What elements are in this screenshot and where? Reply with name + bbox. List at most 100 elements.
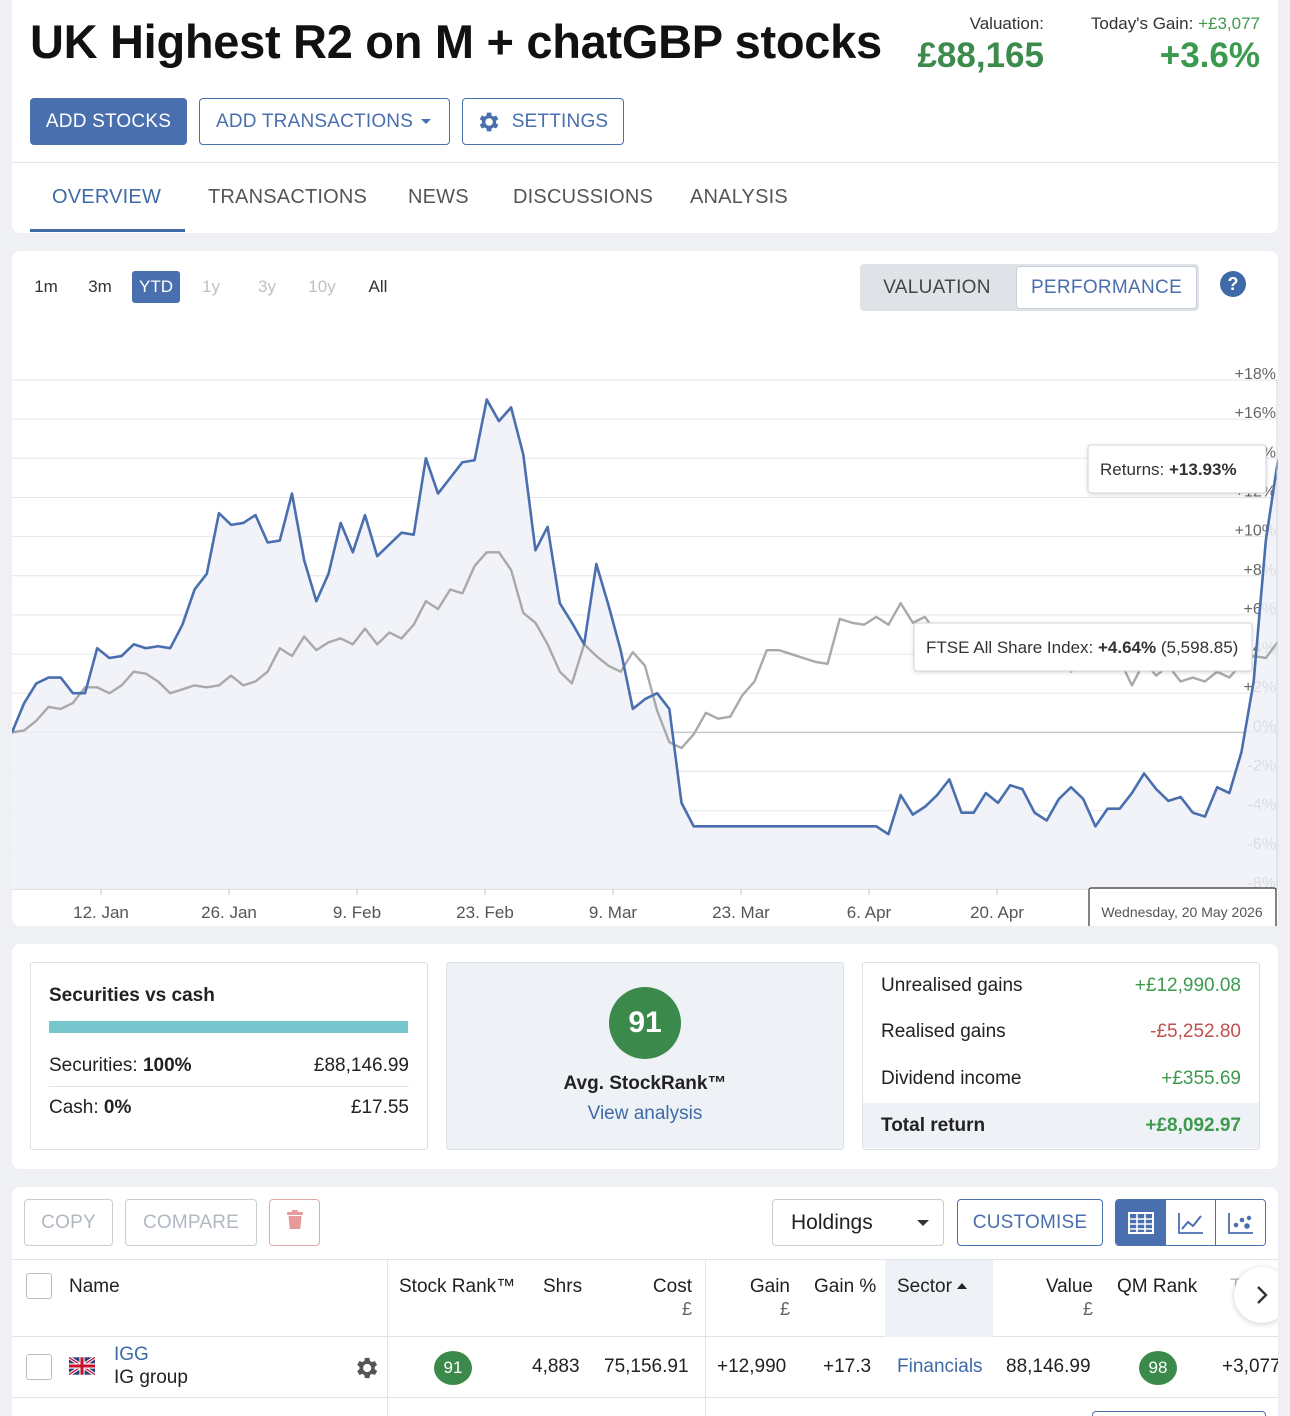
- add-transactions-label: ADD TRANSACTIONS: [216, 110, 414, 132]
- row-value: 88,146.99: [1006, 1356, 1091, 1377]
- holdings-view-value: Holdings: [791, 1210, 873, 1234]
- table-row[interactable]: IGG IG group 91 4,883 75,156.91 +12,990 …: [12, 1338, 1278, 1398]
- col-shrs[interactable]: Shrs: [543, 1276, 582, 1298]
- tab-news[interactable]: NEWS: [408, 186, 469, 209]
- stockrank-badge: 91: [609, 987, 681, 1059]
- row-checkbox[interactable]: [26, 1354, 52, 1380]
- holdings-card: COPY COMPARE Holdings CUSTOMISE Name Sto…: [12, 1187, 1278, 1416]
- range-3m[interactable]: 3m: [80, 271, 120, 303]
- col-gain[interactable]: Gain £: [740, 1276, 790, 1320]
- col-cost-label: Cost: [652, 1276, 692, 1297]
- row-divider: [49, 1086, 409, 1087]
- x-tick-label: 6. Apr: [847, 903, 892, 922]
- x-tick-label: 23. Feb: [456, 903, 514, 922]
- help-icon[interactable]: ?: [1220, 271, 1246, 297]
- date-tooltip-text: Wednesday, 20 May 2026: [1101, 904, 1263, 920]
- stockrank-label: Avg. StockRank™: [563, 1073, 727, 1094]
- tab-discussions[interactable]: DISCUSSIONS: [513, 186, 653, 209]
- tab-analysis[interactable]: ANALYSIS: [690, 186, 788, 209]
- trash-icon: [286, 1209, 303, 1236]
- col-sector-label: Sector: [897, 1276, 952, 1297]
- cash-percent: 0%: [103, 1097, 132, 1118]
- range-1y: 1y: [202, 277, 220, 296]
- securities-label: Securities:: [49, 1055, 138, 1076]
- securities-cash-bar: [49, 1021, 408, 1033]
- customise-button[interactable]: CUSTOMISE: [957, 1199, 1103, 1246]
- tab-transactions[interactable]: TRANSACTIONS: [208, 186, 367, 209]
- settings-button[interactable]: SETTINGS: [462, 98, 624, 145]
- col-cost[interactable]: Cost £: [640, 1276, 692, 1320]
- col-cost-unit: £: [681, 1299, 692, 1319]
- col-value[interactable]: Value £: [1032, 1276, 1093, 1320]
- add-stocks-button[interactable]: ADD STOCKS: [30, 98, 187, 145]
- range-all[interactable]: All: [360, 271, 396, 303]
- row-ticker[interactable]: IGG: [114, 1344, 149, 1366]
- page-title: UK Highest R2 on M + chatGBP stocks: [30, 15, 882, 68]
- range-3y: 3y: [258, 277, 276, 296]
- chevron-right-icon: [1257, 1286, 1268, 1304]
- delete-button[interactable]: [269, 1199, 320, 1246]
- index-tooltip: FTSE All Share Index: +4.64% (5,598.85): [913, 622, 1253, 672]
- gear-icon: [475, 109, 501, 141]
- todays-gain-block: Today's Gain: +£3,077 +3.6%: [1091, 14, 1260, 76]
- range-1m[interactable]: 1m: [26, 271, 66, 303]
- dividend-income-label: Dividend income: [881, 1068, 1022, 1089]
- y-tick-label: +16%: [1235, 405, 1276, 422]
- dividend-income-row: Dividend income +£355.69: [863, 1056, 1259, 1102]
- row-shrs: 4,883: [532, 1356, 580, 1377]
- valuation-label: Valuation:: [969, 14, 1044, 33]
- col-stock-rank[interactable]: Stock Rank™: [399, 1276, 515, 1298]
- active-tab-underline: [30, 229, 185, 232]
- header-divider: [12, 162, 1278, 163]
- x-tick-label: 9. Mar: [589, 903, 638, 922]
- holdings-table-header: Name Stock Rank™ Shrs Cost £ Gain £ Gain %…: [12, 1259, 1278, 1337]
- range-ytd[interactable]: YTD: [132, 271, 180, 303]
- table-icon: [1127, 1211, 1154, 1234]
- avg-stockrank-box: 91 Avg. StockRank™ View analysis: [446, 962, 844, 1150]
- y-tick-label: +18%: [1235, 366, 1276, 383]
- col-name[interactable]: Name: [69, 1276, 120, 1298]
- chevron-down-icon: [917, 1220, 929, 1226]
- col-value-label: Value: [1045, 1276, 1093, 1297]
- securities-vs-cash-title: Securities vs cash: [49, 985, 215, 1006]
- performance-mode-button[interactable]: PERFORMANCE: [1016, 266, 1197, 309]
- returns-tooltip-text: Returns: +13.93%: [1100, 460, 1237, 479]
- x-tick-label: 26. Jan: [201, 903, 257, 922]
- select-all-checkbox[interactable]: [26, 1273, 52, 1299]
- dividend-income-value: +£355.69: [1161, 1068, 1241, 1089]
- col-qm-rank[interactable]: QM Rank: [1117, 1276, 1197, 1298]
- scatter-view-button[interactable]: [1215, 1200, 1265, 1245]
- returns-tooltip: Returns: +13.93%: [1087, 444, 1267, 494]
- compare-button[interactable]: COMPARE: [125, 1199, 257, 1246]
- chevron-down-icon: [421, 119, 431, 124]
- view-analysis-link[interactable]: View analysis: [447, 1103, 843, 1125]
- copy-button[interactable]: COPY: [24, 1199, 113, 1246]
- realised-gains-row: Realised gains -£5,252.80: [863, 1009, 1259, 1055]
- col-value-unit: £: [1082, 1299, 1093, 1319]
- gear-icon[interactable]: [352, 1354, 380, 1387]
- row-gain-pct: +17.3: [823, 1356, 872, 1377]
- x-tick-label: 12. Jan: [73, 903, 129, 922]
- col-sector[interactable]: Sector: [897, 1276, 968, 1298]
- valuation-mode-button[interactable]: VALUATION: [860, 264, 1014, 311]
- performance-chart-card: 1m 3m YTD 1y 3y 10y All VALUATION PERFOR…: [12, 251, 1278, 926]
- col-gain-pct[interactable]: Gain %: [814, 1276, 876, 1298]
- cash-label: Cash:: [49, 1097, 99, 1118]
- holdings-view-select[interactable]: Holdings: [772, 1199, 944, 1246]
- add-transactions-button[interactable]: ADD TRANSACTIONS: [199, 98, 450, 145]
- performance-chart: +18%+16%+14%+12%+10%+8%+6%+4%+2%0%-2%-4%…: [12, 366, 1278, 926]
- realised-gains-value: -£5,252.80: [1150, 1021, 1241, 1042]
- line-chart-view-button[interactable]: [1165, 1200, 1215, 1245]
- todays-gain-amount: +£3,077: [1198, 14, 1260, 33]
- todays-gain-label: Today's Gain:: [1090, 14, 1194, 33]
- col-gain-unit: £: [779, 1299, 790, 1319]
- row-sector[interactable]: Financials: [897, 1356, 983, 1378]
- valuation-value: £88,165: [917, 36, 1044, 75]
- table-view-button[interactable]: [1116, 1200, 1165, 1245]
- tab-overview[interactable]: OVERVIEW: [52, 186, 161, 209]
- row-gain: +12,990: [717, 1356, 787, 1377]
- row-today: +3,077: [1222, 1356, 1278, 1377]
- unrealised-gains-row: Unrealised gains +£12,990.08: [863, 963, 1259, 1009]
- cash-value: £17.55: [350, 1097, 409, 1118]
- row-qm-rank: 98: [1139, 1351, 1177, 1385]
